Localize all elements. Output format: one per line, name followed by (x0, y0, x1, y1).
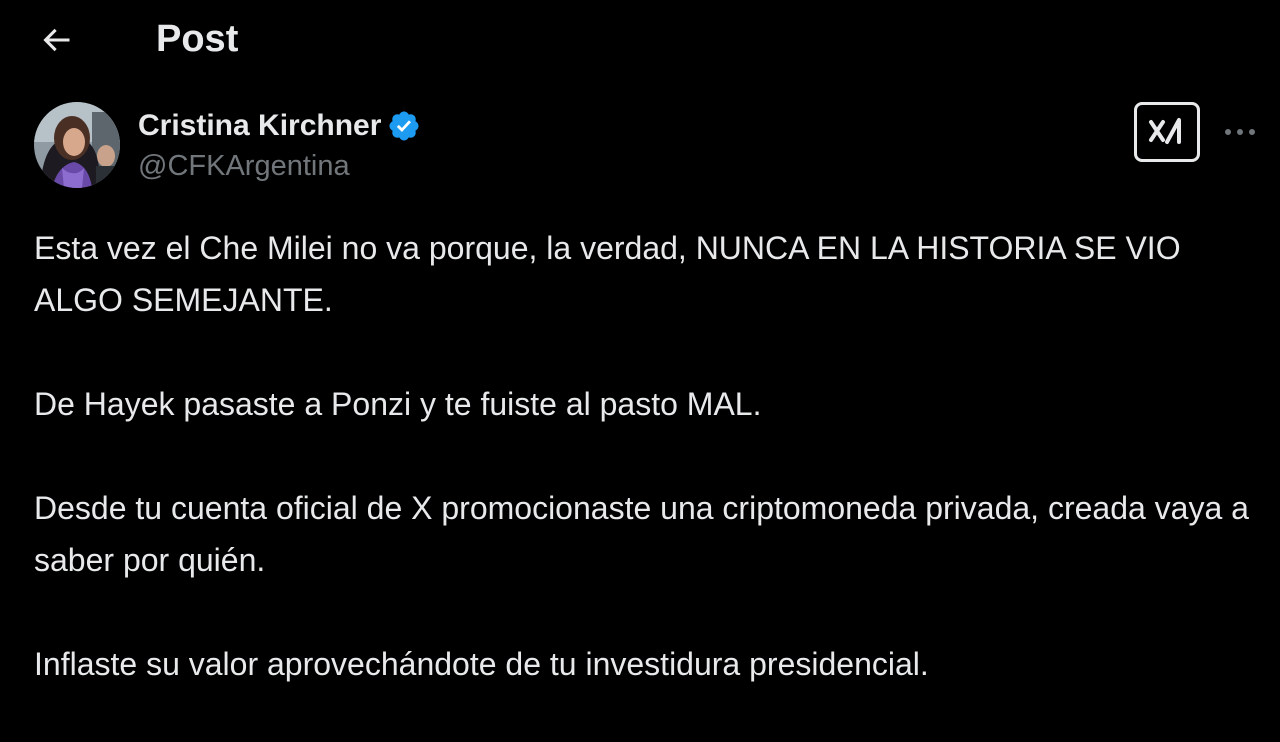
post-paragraph: Inflaste su valor aprovechándote de tu i… (34, 646, 929, 682)
more-horizontal-icon (1225, 129, 1255, 135)
display-name[interactable]: Cristina Kirchner (138, 109, 381, 143)
verified-badge-icon (389, 111, 419, 141)
back-button[interactable] (30, 14, 82, 66)
avatar[interactable] (34, 102, 120, 188)
post-text: Esta vez el Che Milei no va porque, la v… (34, 222, 1254, 742)
page-title: Post (156, 18, 239, 60)
top-bar: Post (0, 0, 1280, 80)
author-names: Cristina Kirchner @CFKArgentina (138, 104, 421, 183)
grok-button[interactable] (1134, 102, 1200, 162)
post-author: Cristina Kirchner @CFKArgentina (34, 102, 1255, 192)
post-paragraph: De Hayek pasaste a Ponzi y te fuiste al … (34, 386, 762, 422)
arrow-left-icon (43, 28, 70, 52)
display-name-row: Cristina Kirchner (138, 104, 421, 148)
post-paragraph: Desde tu cuenta oficial de X promocionas… (34, 490, 1258, 578)
more-options-button[interactable] (1218, 114, 1262, 150)
post-paragraph: Esta vez el Che Milei no va porque, la v… (34, 230, 1188, 318)
author-handle[interactable]: @CFKArgentina (138, 150, 421, 183)
grok-icon (1149, 118, 1181, 144)
